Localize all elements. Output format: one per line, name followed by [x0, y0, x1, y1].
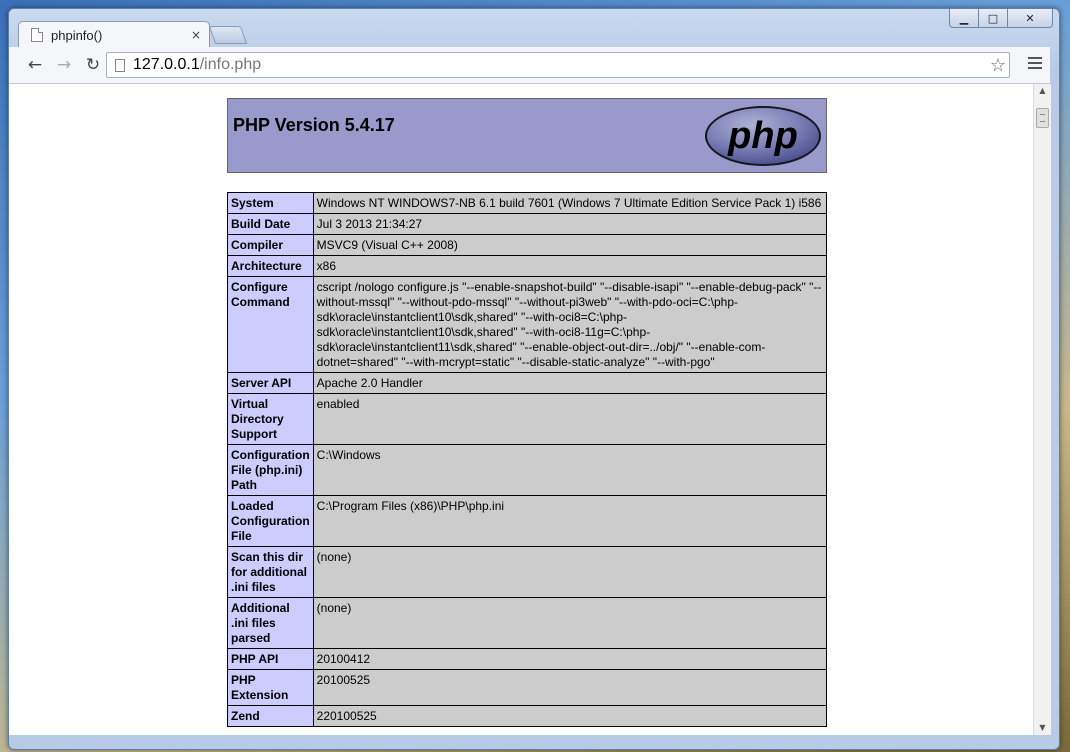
- scroll-thumb[interactable]: [1036, 108, 1049, 128]
- row-label: Compiler: [227, 234, 314, 256]
- maximize-icon[interactable]: □: [978, 9, 1008, 28]
- table-row: Configure Command cscript /nologo configu…: [227, 276, 828, 373]
- star-icon[interactable]: ☆: [986, 53, 1010, 77]
- row-label: Additional .ini files parsed: [227, 597, 314, 649]
- browser-toolbar: ← → ↻ 127.0.0.1/info.php ☆: [9, 47, 1050, 84]
- scroll-up-icon[interactable]: ▲: [1034, 84, 1051, 98]
- close-icon[interactable]: ✕: [1007, 9, 1053, 28]
- menu-icon[interactable]: [1028, 57, 1042, 72]
- row-value: Jul 3 2013 21:34:27: [312, 213, 828, 235]
- forward-icon[interactable]: →: [52, 53, 76, 77]
- row-value: Windows NT WINDOWS7-NB 6.1 build 7601 (W…: [312, 192, 828, 214]
- new-tab-button[interactable]: [208, 26, 248, 44]
- url-host: 127.0.0.1: [133, 56, 200, 73]
- row-value: (none): [312, 597, 828, 649]
- row-value: C:\Program Files (x86)\PHP\php.ini: [312, 495, 828, 547]
- row-value: enabled: [312, 393, 828, 445]
- row-label: Zend: [227, 705, 314, 727]
- page-title: PHP Version 5.4.17: [233, 115, 395, 135]
- window-controls: ▁ □ ✕: [949, 9, 1053, 28]
- tab-close-icon[interactable]: ×: [191, 28, 201, 42]
- info-table: System Windows NT WINDOWS7-NB 6.1 build 7…: [227, 192, 828, 727]
- table-row: Build Date Jul 3 2013 21:34:27: [227, 213, 828, 235]
- reload-icon[interactable]: ↻: [81, 53, 105, 77]
- table-row: Zend 220100525: [227, 705, 828, 727]
- row-label: System: [227, 192, 314, 214]
- table-row: Configuration File (php.ini) Path C:\Wind…: [227, 444, 828, 496]
- minimize-icon[interactable]: ▁: [949, 9, 979, 28]
- row-label: Scan this dir for additional .ini files: [227, 546, 314, 598]
- row-value: 20100412: [312, 648, 828, 670]
- row-value: Apache 2.0 Handler: [312, 372, 828, 394]
- php-logo-text: php: [727, 115, 798, 157]
- row-label: PHP API: [227, 648, 314, 670]
- table-row: Server API Apache 2.0 Handler: [227, 372, 828, 394]
- row-label: Virtual Directory Support: [227, 393, 314, 445]
- row-label: Architecture: [227, 255, 314, 277]
- row-label: Build Date: [227, 213, 314, 235]
- row-value: x86: [312, 255, 828, 277]
- php-header: PHP Version 5.4.17 php: [227, 98, 827, 173]
- back-icon[interactable]: ←: [23, 53, 47, 77]
- browser-tab[interactable]: phpinfo() ×: [18, 21, 210, 48]
- tab-title: phpinfo(): [51, 27, 103, 43]
- url-path: /info.php: [199, 56, 262, 73]
- table-row: PHP Extension 20100525: [227, 669, 828, 706]
- table-row: Architecture x86: [227, 255, 828, 277]
- page-icon: [115, 58, 125, 72]
- row-value: cscript /nologo configure.js "--enable-s…: [312, 276, 828, 373]
- table-row: Additional .ini files parsed (none): [227, 597, 828, 649]
- url-text: 127.0.0.1/info.php: [133, 56, 261, 74]
- table-row: Scan this dir for additional .ini files(…: [227, 546, 828, 598]
- row-value: (none): [312, 546, 828, 598]
- row-label: Loaded Configuration File: [227, 495, 314, 547]
- table-row: Compiler MSVC9 (Visual C++ 2008): [227, 234, 828, 256]
- address-bar[interactable]: 127.0.0.1/info.php ☆: [106, 52, 1010, 78]
- page-viewport: PHP Version 5.4.17 php System Windows NT …: [9, 84, 1033, 735]
- php-logo-icon: php: [705, 106, 821, 166]
- table-row: Virtual Directory Support enabled: [227, 393, 828, 445]
- table-row: System Windows NT WINDOWS7-NB 6.1 build 7…: [227, 192, 828, 214]
- row-value: 20100525: [312, 669, 828, 706]
- row-label: Configure Command: [227, 276, 314, 373]
- row-value: C:\Windows: [312, 444, 828, 496]
- row-label: PHP Extension: [227, 669, 314, 706]
- row-label: Configuration File (php.ini) Path: [227, 444, 314, 496]
- table-row: Loaded Configuration File C:\Program File…: [227, 495, 828, 547]
- row-value: 220100525: [312, 705, 828, 727]
- row-label: Server API: [227, 372, 314, 394]
- scroll-down-icon[interactable]: ▼: [1034, 721, 1051, 735]
- vertical-scrollbar[interactable]: ▲ ▼: [1033, 84, 1051, 735]
- row-value: MSVC9 (Visual C++ 2008): [312, 234, 828, 256]
- table-row: PHP API 20100412: [227, 648, 828, 670]
- page-icon: [31, 28, 43, 42]
